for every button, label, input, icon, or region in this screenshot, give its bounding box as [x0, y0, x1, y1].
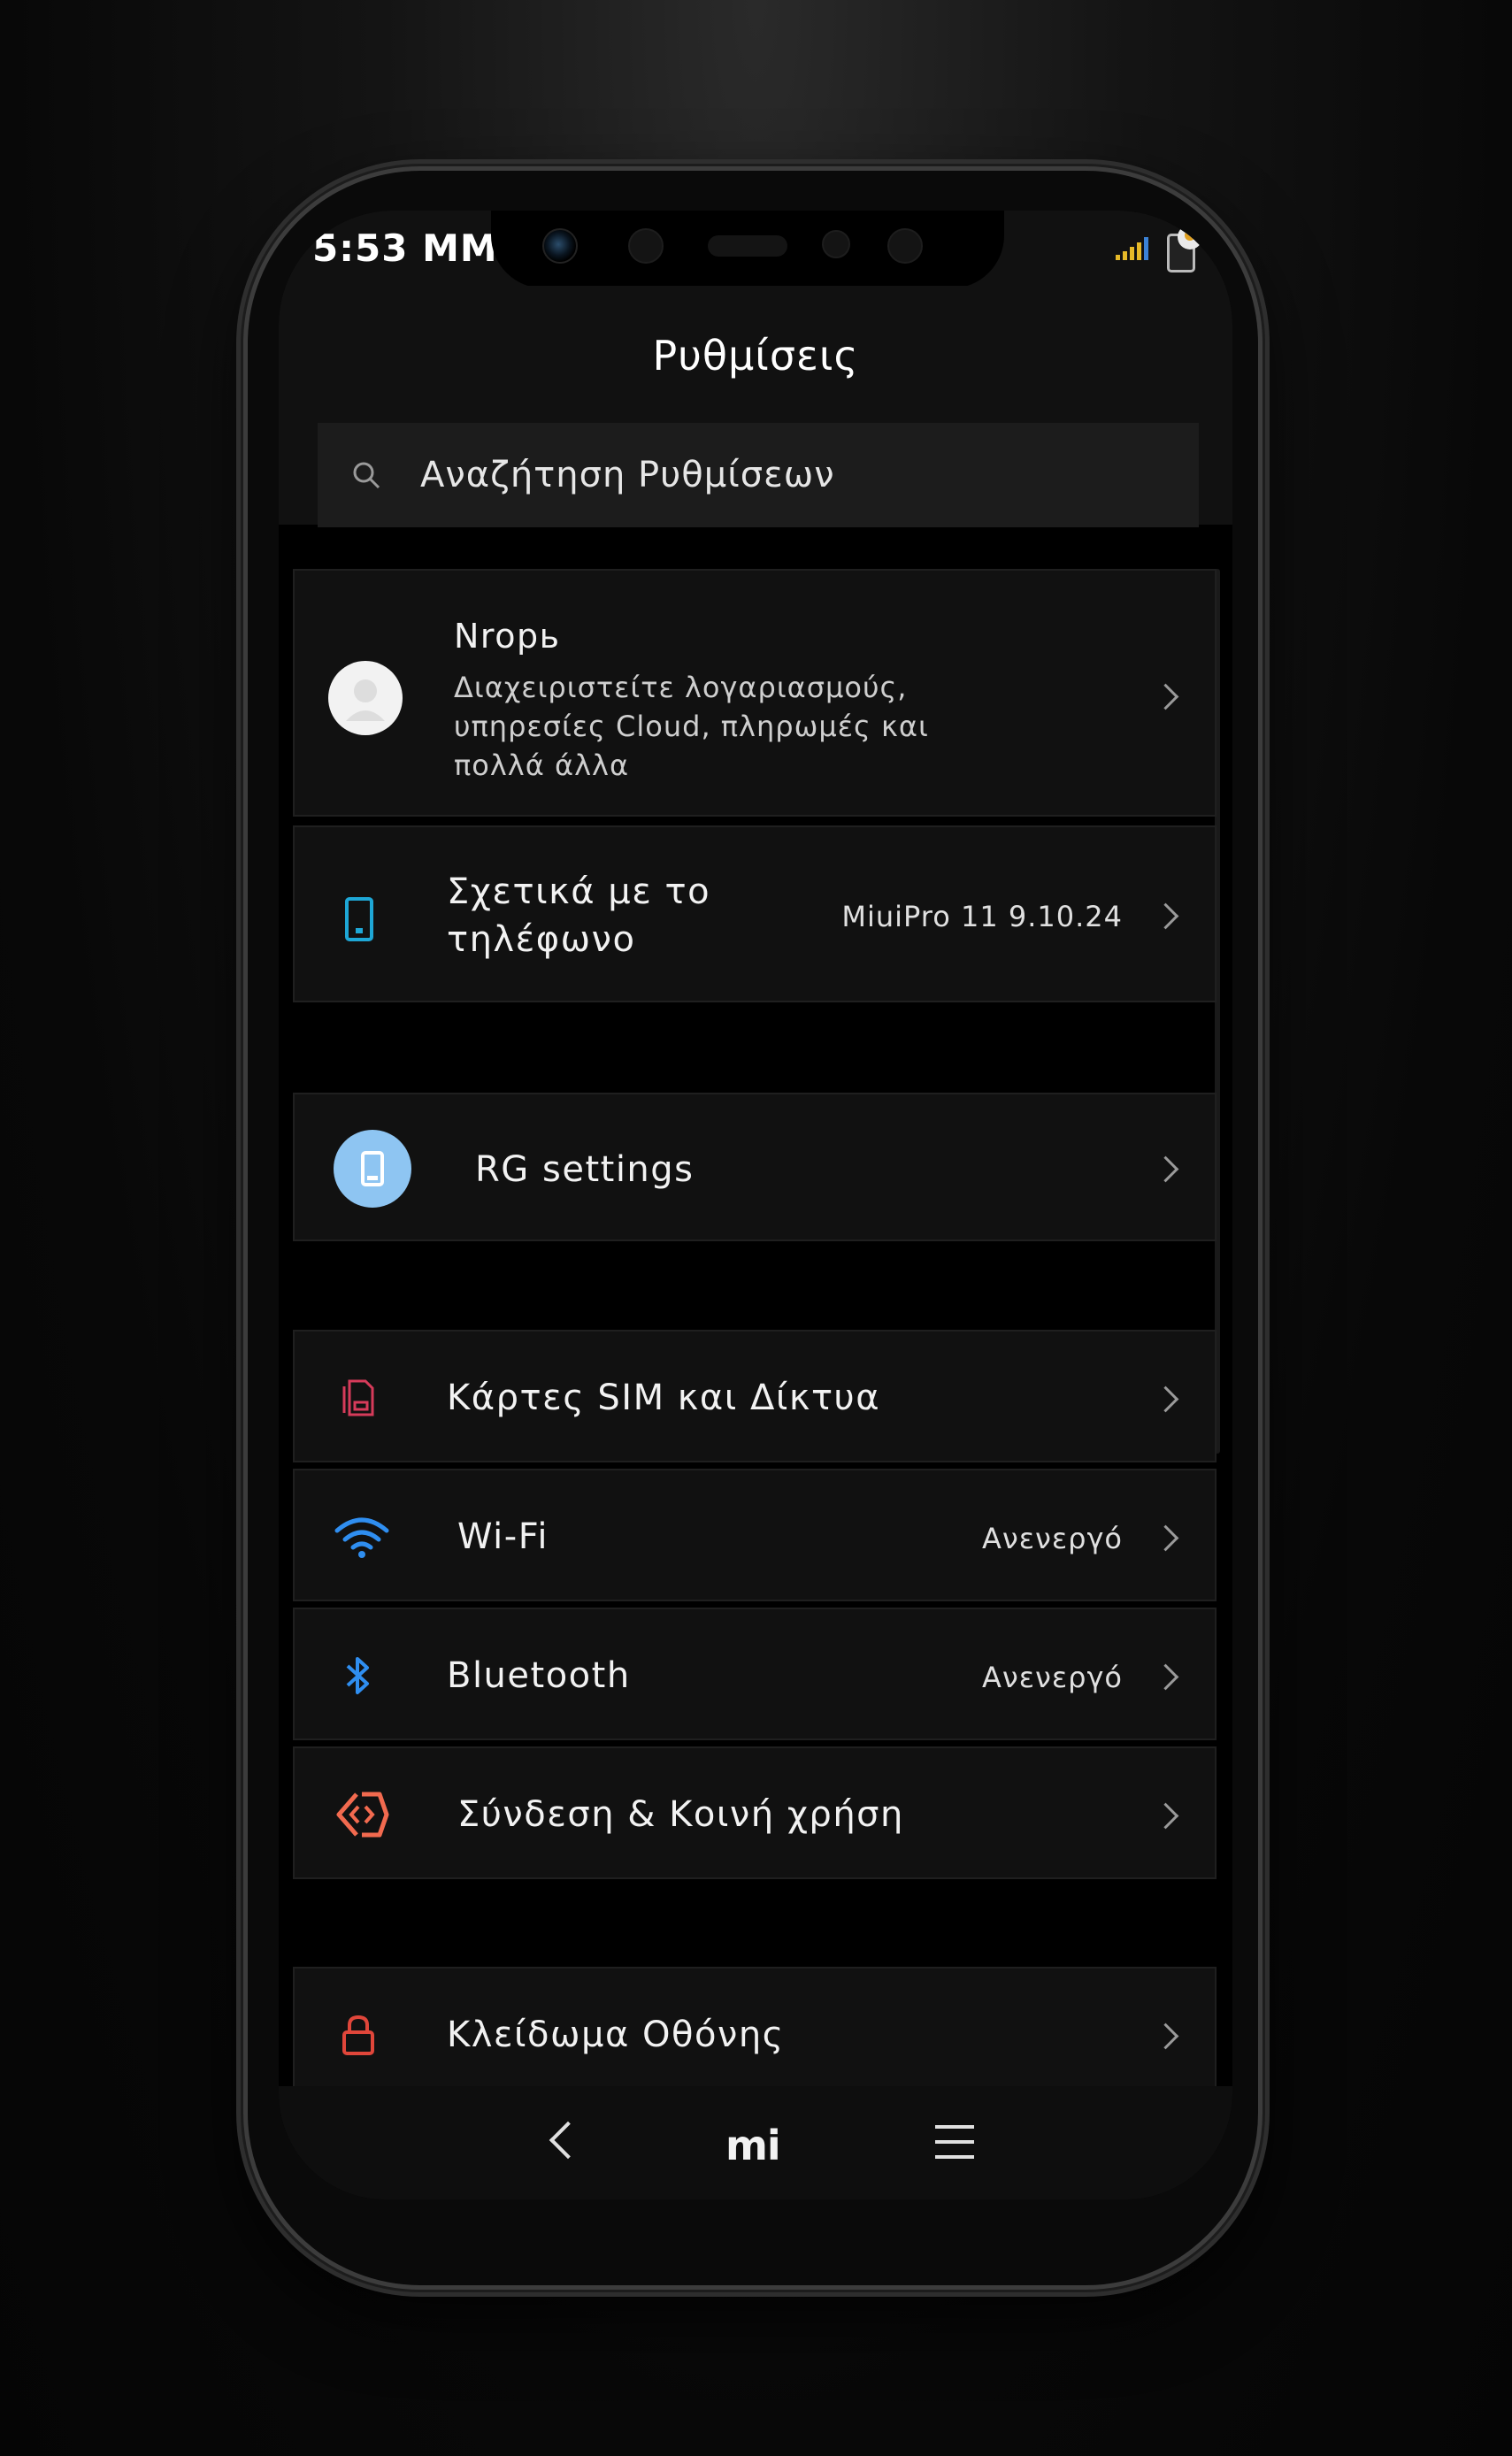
battery-icon	[1160, 221, 1204, 272]
signal-icon	[1116, 237, 1148, 260]
bluetooth-icon	[346, 1657, 369, 1694]
sim-card-icon	[342, 1379, 374, 1416]
rg-settings-item[interactable]: RG settings	[293, 1093, 1217, 1241]
home-button[interactable]: mi	[725, 2122, 781, 2169]
connection-sharing-icon	[336, 1792, 389, 1838]
about-phone-label-1: Σχετικά με το	[447, 871, 711, 912]
earpiece-speaker	[708, 235, 787, 257]
navigation-bar: mi	[279, 2086, 1232, 2199]
rg-settings-label: RG settings	[475, 1149, 695, 1190]
account-description-3: πολλά άλλα	[454, 748, 630, 782]
chevron-right-icon	[1156, 2023, 1178, 2045]
wifi-item[interactable]: Wi-Fi Ανενεργό	[293, 1469, 1217, 1601]
chevron-right-icon	[1156, 1664, 1178, 1685]
power-button	[1263, 966, 1270, 1090]
phone-icon	[361, 1151, 384, 1186]
connection-sharing-label: Σύνδεση & Κοινή χρήση	[457, 1794, 904, 1835]
back-icon[interactable]	[546, 2123, 572, 2150]
about-phone-item[interactable]: Σχετικά με το τηλέφωνο MiuiPro 11 9.10.2…	[293, 825, 1217, 1002]
menu-icon[interactable]	[935, 2125, 974, 2161]
chevron-right-icon	[1156, 684, 1178, 705]
search-placeholder: Αναζήτηση Ρυθμίσεων	[420, 455, 835, 495]
camera-sensor	[628, 228, 664, 264]
avatar	[328, 661, 403, 735]
sim-networks-item[interactable]: Κάρτες SIM και Δίκτυα	[293, 1330, 1217, 1462]
about-phone-version: MiuiPro 11 9.10.24	[841, 900, 1123, 933]
front-camera	[542, 228, 578, 264]
bluetooth-item[interactable]: Bluetooth Ανενεργό	[293, 1608, 1217, 1740]
notch	[491, 211, 1004, 288]
about-phone-label-2: τηλέφωνο	[447, 919, 636, 960]
phone-icon	[345, 897, 373, 941]
lock-screen-label: Κλείδωμα Οθόνης	[447, 2015, 785, 2055]
sim-networks-label: Κάρτες SIM και Δίκτυα	[447, 1378, 881, 1418]
title-bar: Ρυθμίσεις	[279, 286, 1232, 414]
wifi-status: Ανενεργό	[981, 1522, 1123, 1555]
camera-sensor-2	[887, 228, 923, 264]
chevron-right-icon	[1156, 1156, 1178, 1178]
bluetooth-label: Bluetooth	[447, 1655, 631, 1696]
chevron-right-icon	[1156, 1803, 1178, 1824]
account-name: Nropь	[454, 617, 561, 656]
status-bar: 5:53 MM	[279, 211, 1232, 288]
account-description-1: Διαχειριστείτε λογαριασμούς,	[454, 671, 908, 704]
wifi-icon	[334, 1517, 389, 1558]
account-description-2: υπηρεσίες Cloud, πληρωμές και	[454, 710, 929, 743]
account-card[interactable]: Nropь Διαχειριστείτε λογαριασμούς, υπηρε…	[293, 569, 1217, 817]
lock-screen-item[interactable]: Κλείδωμα Οθόνης	[293, 1967, 1217, 2099]
page-title: Ρυθμίσεις	[652, 332, 859, 380]
volume-button	[1263, 571, 1270, 863]
search-bar-container: Αναζήτηση Ρυθμίσεων	[279, 414, 1232, 527]
phone-screen: 5:53 MM Ρυθμίσεις Αναζήτηση Ρυθμίσεων Nr…	[279, 211, 1232, 2199]
lock-icon	[342, 2015, 374, 2055]
search-input[interactable]: Αναζήτηση Ρυθμίσεων	[318, 423, 1199, 527]
chevron-right-icon	[1156, 903, 1178, 925]
connection-sharing-item[interactable]: Σύνδεση & Κοινή χρήση	[293, 1746, 1217, 1879]
status-time: 5:53 MM	[312, 226, 498, 270]
chevron-right-icon	[1156, 1386, 1178, 1408]
proximity-sensor	[822, 230, 850, 258]
user-icon	[346, 679, 385, 721]
chevron-right-icon	[1156, 1525, 1178, 1547]
bluetooth-status: Ανενεργό	[981, 1661, 1123, 1694]
wifi-label: Wi-Fi	[457, 1516, 549, 1557]
search-icon	[353, 462, 380, 489]
rg-settings-icon-bg	[334, 1130, 411, 1208]
